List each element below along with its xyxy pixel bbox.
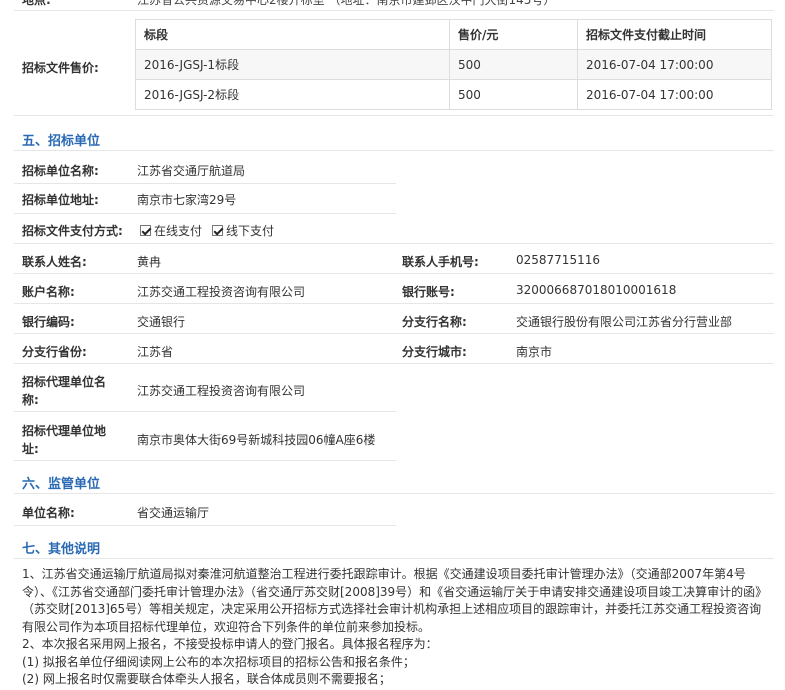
branch-city-value: 南京市 bbox=[516, 345, 553, 359]
fee-label: 招标文件售价: bbox=[22, 61, 99, 75]
unit-addr-label: 招标单位地址: bbox=[22, 193, 99, 207]
contact-value: 黄冉 bbox=[137, 255, 162, 269]
branch-city-label: 分支行城市: bbox=[402, 345, 467, 359]
branch-province-value: 江苏省 bbox=[137, 345, 174, 359]
agent-label-line2: 称: bbox=[22, 393, 39, 407]
section-title: 五、招标单位 bbox=[22, 134, 101, 149]
notes-paragraph: 2、本次报名采用网上报名，不接受投标申请人的登门报名。具体报名程序为： bbox=[22, 637, 438, 651]
agent-addr-value: 南京市奥体大街69号新城科技园06幢A座6楼 bbox=[137, 433, 376, 447]
agent-label-line1: 招标代理单位名 bbox=[22, 375, 107, 389]
table-cell: 500 bbox=[449, 49, 578, 80]
location-value: 江苏省公共资源交易中心2楼开标室 （地址：南京市建邺区汉中门大街145号） bbox=[137, 0, 556, 7]
col-header-section: 标段 bbox=[135, 19, 450, 50]
agent-addr-label-line1: 招标代理单位地 bbox=[22, 424, 107, 438]
table-cell: 2016-07-04 17:00:00 bbox=[577, 49, 772, 80]
divider bbox=[14, 460, 396, 461]
fee-table: 标段 售价/元 招标文件支付截止时间 2016-JGSJ-1标段 500 201… bbox=[135, 19, 772, 110]
phone-label: 联系人手机号: bbox=[402, 255, 479, 269]
divider bbox=[14, 243, 774, 244]
divider bbox=[14, 333, 774, 334]
supervisor-unit-label: 单位名称: bbox=[22, 506, 75, 520]
section-header-bidder: 五、招标单位 bbox=[14, 123, 774, 151]
contact-label: 联系人姓名: bbox=[22, 255, 87, 269]
table-row: 2016-JGSJ-2标段 500 2016-07-04 17:00:00 bbox=[135, 79, 772, 110]
bank-code-label: 银行编码: bbox=[22, 315, 75, 329]
section-title: 六、监管单位 bbox=[22, 477, 101, 492]
table-cell: 2016-JGSJ-1标段 bbox=[135, 49, 450, 80]
branch-label: 分支行名称: bbox=[402, 315, 467, 329]
pay-offline-label: 线下支付 bbox=[226, 224, 275, 238]
agent-value: 江苏交通工程投资咨询有限公司 bbox=[137, 384, 306, 398]
pay-method-label: 招标文件支付方式: bbox=[22, 224, 123, 238]
table-cell: 2016-07-04 17:00:00 bbox=[577, 79, 772, 110]
location-row: 地点: 江苏省公共资源交易中心2楼开标室 （地址：南京市建邺区汉中门大街145号… bbox=[0, 0, 785, 9]
pay-offline-option[interactable]: 线下支付 bbox=[212, 222, 274, 239]
bank-no-label: 银行账号: bbox=[402, 285, 455, 299]
account-value: 江苏交通工程投资咨询有限公司 bbox=[137, 285, 306, 299]
checkbox-checked-icon[interactable] bbox=[140, 225, 151, 236]
notes-paragraph: (1) 拟报名单位仔细阅读网上公布的本次招标项目的招标公告和报名条件； bbox=[22, 654, 415, 669]
divider bbox=[14, 213, 396, 214]
section-title: 七、其他说明 bbox=[22, 542, 101, 557]
section-header-notes: 七、其他说明 bbox=[14, 531, 774, 559]
divider bbox=[14, 183, 396, 184]
divider bbox=[14, 273, 774, 274]
table-row: 2016-JGSJ-1标段 500 2016-07-04 17:00:00 bbox=[135, 49, 772, 80]
divider bbox=[14, 303, 774, 304]
fee-table-header: 标段 售价/元 招标文件支付截止时间 bbox=[135, 19, 772, 50]
agent-addr-label-line2: 址: bbox=[22, 442, 39, 456]
supervisor-unit-value: 省交通运输厅 bbox=[137, 506, 210, 520]
bank-code-value: 交通银行 bbox=[137, 315, 186, 329]
pay-online-label: 在线支付 bbox=[154, 224, 203, 238]
divider bbox=[14, 115, 774, 116]
col-header-deadline: 招标文件支付截止时间 bbox=[577, 19, 772, 50]
divider bbox=[14, 10, 774, 11]
location-label: 地点: bbox=[22, 0, 51, 7]
table-cell: 2016-JGSJ-2标段 bbox=[135, 79, 450, 110]
notes-paragraph: (2) 网上报名时仅需要联合体牵头人报名，联合体成员则不需要报名； bbox=[22, 672, 391, 686]
phone-value: 02587715116 bbox=[516, 253, 600, 267]
unit-name-value: 江苏省交通厅航道局 bbox=[137, 164, 246, 178]
notes-body: 1、江苏省交通运输厅航道局拟对秦淮河航道整治工程进行委托跟踪审计。根据《交通建设… bbox=[22, 566, 770, 689]
divider bbox=[14, 525, 396, 526]
checkbox-checked-icon[interactable] bbox=[212, 225, 223, 236]
notes-paragraph: 1、江苏省交通运输厅航道局拟对秦淮河航道整治工程进行委托跟踪审计。根据《交通建设… bbox=[22, 567, 768, 634]
account-label: 账户名称: bbox=[22, 285, 75, 299]
col-header-price: 售价/元 bbox=[449, 19, 578, 50]
divider bbox=[14, 411, 396, 412]
bank-no-value: 32000668701801000161​8 bbox=[516, 283, 677, 297]
unit-addr-value: 南京市七家湾29号 bbox=[137, 193, 237, 207]
branch-value: 交通银行股份有限公司江苏省分行营业部 bbox=[516, 315, 733, 329]
branch-province-label: 分支行省份: bbox=[22, 345, 87, 359]
section-header-supervisor: 六、监管单位 bbox=[14, 466, 774, 494]
unit-name-label: 招标单位名称: bbox=[22, 164, 99, 178]
table-cell: 500 bbox=[449, 79, 578, 110]
pay-online-option[interactable]: 在线支付 bbox=[140, 222, 202, 239]
divider bbox=[14, 363, 774, 364]
